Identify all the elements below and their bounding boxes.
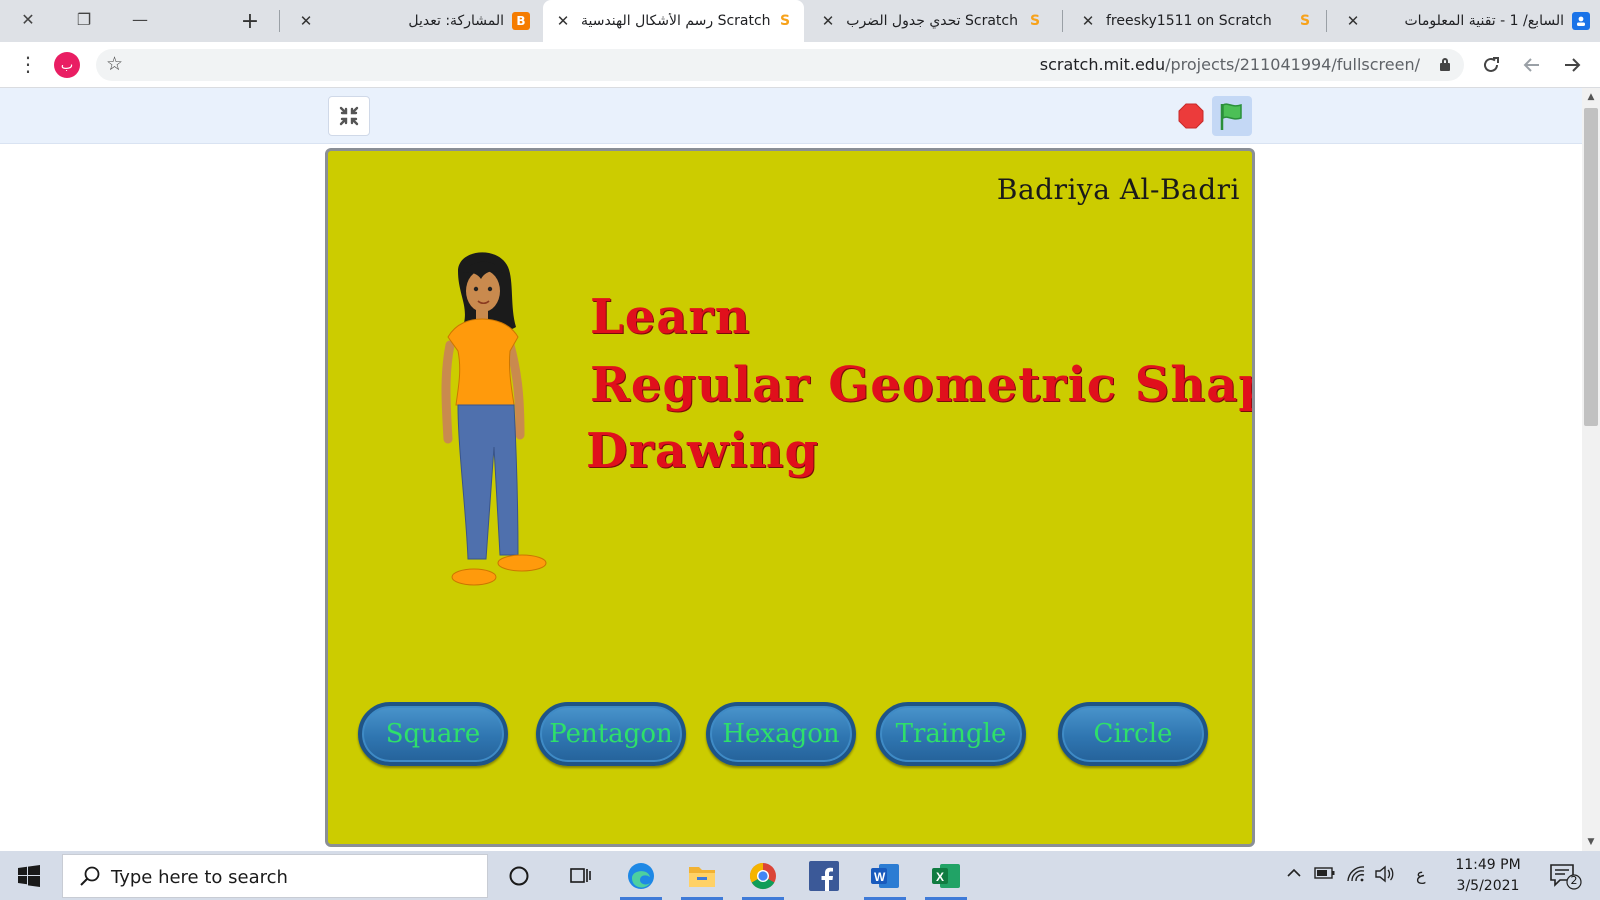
battery-icon[interactable] xyxy=(1314,865,1336,885)
stop-button[interactable] xyxy=(1178,103,1204,129)
task-view-icon[interactable] xyxy=(551,851,609,900)
tab-it-class[interactable]: ✕ السابع/ 1 - تقنية المعلومات xyxy=(1333,0,1600,42)
excel-icon[interactable]: X xyxy=(917,851,975,900)
hexagon-button[interactable]: Hexagon xyxy=(706,702,856,766)
page-scrollbar[interactable]: ▲ ▼ xyxy=(1582,88,1600,851)
tab-separator xyxy=(1062,10,1063,32)
taskbar-search[interactable]: Type here to search xyxy=(62,854,488,898)
clock-date: 3/5/2021 xyxy=(1456,878,1520,894)
windows-taskbar: Type here to search W X ع 11:49 PM 3/5/2… xyxy=(0,851,1600,900)
profile-avatar[interactable]: ب xyxy=(54,52,80,78)
scratch-icon: S xyxy=(1026,12,1044,30)
reload-icon[interactable] xyxy=(1477,51,1505,79)
pentagon-button[interactable]: Pentagon xyxy=(536,702,686,766)
clock-time: 11:49 PM xyxy=(1455,857,1521,873)
tab-strip: ✕ ❐ — + ✕ المشاركة: تعديل B ✕ رسم الأشكا… xyxy=(0,0,1600,42)
tab-separator xyxy=(279,10,280,32)
window-restore-icon[interactable]: ❐ xyxy=(56,0,112,38)
scroll-down-icon[interactable]: ▼ xyxy=(1582,833,1600,851)
start-button[interactable] xyxy=(0,851,58,900)
cortana-icon[interactable] xyxy=(490,851,548,900)
tab-blogger-edit[interactable]: ✕ المشاركة: تعديل B xyxy=(286,0,540,42)
scroll-up-icon[interactable]: ▲ xyxy=(1582,88,1600,106)
tab-close-icon[interactable]: ✕ xyxy=(296,12,316,30)
url-path: /projects/211041994/fullscreen/ xyxy=(1165,55,1420,74)
green-flag-icon xyxy=(1220,103,1242,130)
classroom-icon xyxy=(1572,12,1590,30)
tab-title: المشاركة: تعديل xyxy=(408,13,504,29)
menu-icon[interactable]: ⋮ xyxy=(16,52,40,78)
notification-center-button[interactable]: 2 xyxy=(1548,861,1584,891)
chrome-icon[interactable] xyxy=(734,851,792,900)
scratch-fullscreen-page: Badriya Al-Badri Learn Regular Geometric… xyxy=(0,88,1582,851)
tab-close-icon[interactable]: ✕ xyxy=(1078,12,1098,30)
facebook-icon[interactable] xyxy=(795,851,853,900)
tab-close-icon[interactable]: ✕ xyxy=(818,12,838,30)
tab-title: رسم الأشكال الهندسية Scratch xyxy=(581,13,771,29)
triangle-button[interactable]: Traingle xyxy=(876,702,1026,766)
stage-controls-bar xyxy=(0,88,1582,144)
scratch-icon: S xyxy=(776,12,794,30)
headline-line-3: Drawing xyxy=(586,423,820,479)
window-close-icon[interactable]: ✕ xyxy=(0,0,56,38)
new-tab-button[interactable]: + xyxy=(235,6,265,36)
url-text[interactable]: scratch.mit.edu/projects/211041994/fulls… xyxy=(1040,55,1420,74)
tab-multiplication-challenge[interactable]: ✕ تحدي جدول الضرب Scratch S xyxy=(808,0,1054,42)
lock-icon[interactable] xyxy=(1440,58,1450,71)
url-host: scratch.mit.edu xyxy=(1039,55,1166,74)
stop-icon xyxy=(1178,103,1204,129)
girl-character-sprite[interactable] xyxy=(418,241,548,601)
svg-text:W: W xyxy=(874,870,886,884)
forward-icon[interactable] xyxy=(1558,51,1586,79)
show-hidden-icons-icon[interactable] xyxy=(1286,865,1302,884)
windows-logo-icon xyxy=(18,864,40,887)
scrollbar-thumb[interactable] xyxy=(1584,108,1598,426)
exit-fullscreen-icon xyxy=(339,106,359,126)
file-explorer-icon[interactable] xyxy=(673,851,731,900)
headline-line-1: Learn xyxy=(590,289,751,345)
bookmark-star-icon[interactable]: ☆ xyxy=(106,53,123,75)
browser-toolbar: ⋮ ب ☆ scratch.mit.edu/projects/211041994… xyxy=(0,42,1600,88)
scratch-icon: S xyxy=(1296,12,1314,30)
blogger-icon: B xyxy=(512,12,530,30)
tab-close-icon[interactable]: ✕ xyxy=(553,12,573,30)
tab-geometric-shapes[interactable]: ✕ رسم الأشكال الهندسية Scratch S xyxy=(543,0,804,42)
wifi-icon[interactable] xyxy=(1346,865,1366,887)
square-button[interactable]: Square xyxy=(358,702,508,766)
search-placeholder: Type here to search xyxy=(111,867,288,888)
volume-icon[interactable] xyxy=(1374,865,1394,887)
green-flag-button[interactable] xyxy=(1212,96,1252,136)
window-minimize-icon[interactable]: — xyxy=(112,0,168,38)
tab-close-icon[interactable]: ✕ xyxy=(1343,12,1363,30)
tab-freesky-profile[interactable]: ✕ freesky1511 on Scratch S xyxy=(1068,0,1324,42)
author-name: Badriya Al-Badri xyxy=(996,173,1240,206)
exit-fullscreen-button[interactable] xyxy=(328,96,370,136)
edge-icon[interactable] xyxy=(612,851,670,900)
notification-icon xyxy=(1550,864,1582,890)
taskbar-clock[interactable]: 11:49 PM 3/5/2021 xyxy=(1440,855,1536,897)
input-language-indicator[interactable]: ع xyxy=(1416,865,1426,884)
tab-separator xyxy=(1326,10,1327,32)
tab-title: تحدي جدول الضرب Scratch xyxy=(846,13,1018,29)
address-bar[interactable]: ☆ scratch.mit.edu/projects/211041994/ful… xyxy=(96,49,1464,81)
word-icon[interactable]: W xyxy=(856,851,914,900)
headline-line-2: Regular Geometric Shapes xyxy=(590,357,1252,413)
notification-count-badge: 2 xyxy=(1570,874,1578,887)
search-icon xyxy=(80,866,100,886)
project-stage[interactable]: Badriya Al-Badri Learn Regular Geometric… xyxy=(325,148,1255,847)
tab-title: السابع/ 1 - تقنية المعلومات xyxy=(1404,13,1564,29)
back-icon[interactable] xyxy=(1518,51,1546,79)
svg-text:X: X xyxy=(936,870,944,884)
circle-button[interactable]: Circle xyxy=(1058,702,1208,766)
tab-title: freesky1511 on Scratch xyxy=(1106,13,1272,29)
